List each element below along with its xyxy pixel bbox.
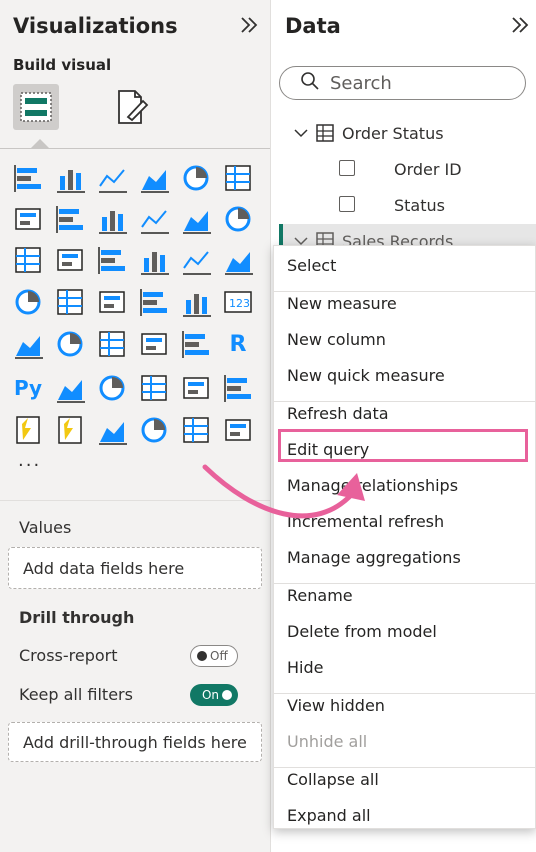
menu-item-delete-from-model[interactable]: Delete from model (287, 622, 437, 641)
table-row-sales-records[interactable]: Sales Records (279, 224, 536, 246)
keep-all-filters-label: Keep all filters (19, 685, 133, 704)
toggle-state: Off (210, 649, 228, 663)
menu-item-expand-all[interactable]: Expand all (287, 806, 371, 825)
map-icon[interactable] (52, 284, 88, 320)
100-stacked-bar-chart-icon[interactable] (178, 160, 214, 196)
funnel-icon[interactable] (94, 242, 130, 278)
field-checkbox[interactable] (339, 160, 355, 176)
clustered-column-chart-icon[interactable] (136, 160, 172, 196)
menu-separator (274, 401, 536, 402)
stacked-area-chart-icon[interactable] (94, 201, 130, 237)
kpi-icon[interactable] (52, 326, 88, 362)
menu-item-new-measure[interactable]: New measure (287, 294, 397, 313)
donut-chart-icon[interactable] (220, 242, 256, 278)
menu-separator (274, 693, 536, 694)
matrix-icon[interactable] (178, 326, 214, 362)
chevron-down-icon[interactable] (292, 124, 310, 146)
selection-indicator (279, 224, 283, 246)
menu-item-new-quick-measure[interactable]: New quick measure (287, 366, 445, 385)
menu-item-refresh-data[interactable]: Refresh data (287, 404, 389, 423)
chevron-down-icon (292, 232, 310, 246)
table-icon (315, 231, 335, 246)
search-input[interactable]: Search (279, 66, 526, 100)
menu-item-rename[interactable]: Rename (287, 586, 353, 605)
toggle-knob (197, 651, 207, 661)
100-stacked-column-chart-icon[interactable] (220, 160, 256, 196)
cross-report-toggle[interactable]: Off (190, 645, 238, 667)
line-chart-icon[interactable] (10, 201, 46, 237)
cross-report-label: Cross-report (19, 646, 118, 665)
table-name-sales-records: Sales Records (342, 232, 454, 246)
table-icon (315, 123, 335, 147)
power-automate-icon[interactable] (52, 412, 88, 448)
menu-item-view-hidden[interactable]: View hidden (287, 696, 385, 715)
menu-item-collapse-all[interactable]: Collapse all (287, 770, 379, 789)
double-chevron-right-icon[interactable] (509, 14, 531, 40)
100-stacked-area-chart-icon[interactable] (136, 201, 172, 237)
waterfall-chart-icon[interactable] (52, 242, 88, 278)
power-apps-diamond-icon[interactable] (178, 412, 214, 448)
python-visual-icon[interactable]: Py (10, 370, 46, 406)
menu-item-select[interactable]: Select (287, 256, 336, 275)
table-icon[interactable] (136, 326, 172, 362)
data-title: Data (285, 14, 341, 38)
scatter-chart-icon[interactable] (136, 242, 172, 278)
search-icon (300, 71, 320, 95)
gauge-icon[interactable] (178, 284, 214, 320)
line-and-clustered-column-icon[interactable] (220, 201, 256, 237)
field-order-id[interactable]: Order ID (394, 160, 462, 179)
power-apps-icon[interactable] (94, 412, 130, 448)
key-influencers-icon[interactable] (52, 370, 88, 406)
toggle-knob (222, 690, 232, 700)
double-chevron-right-icon[interactable] (238, 14, 260, 42)
menu-separator (274, 583, 536, 584)
stacked-bar-chart-icon[interactable] (10, 160, 46, 196)
slicer-icon[interactable] (94, 326, 130, 362)
area-chart-icon[interactable] (52, 201, 88, 237)
ribbon-chart-icon[interactable] (10, 242, 46, 278)
decomposition-tree-icon[interactable] (94, 370, 130, 406)
visualizations-title: Visualizations (13, 14, 178, 38)
table-name-order-status[interactable]: Order Status (342, 124, 444, 143)
search-placeholder: Search (330, 72, 392, 94)
menu-separator (274, 767, 536, 768)
tab-indicator (31, 139, 49, 148)
visualizations-pane: Visualizations Build visual 123 R Py ··· V… (0, 0, 271, 852)
filled-map-icon[interactable] (94, 284, 130, 320)
drill-through-label: Drill through (19, 608, 135, 627)
smart-narrative-icon[interactable] (178, 370, 214, 406)
paginated-report-icon[interactable] (10, 412, 46, 448)
format-visual-icon[interactable] (108, 84, 154, 130)
build-visual-icon[interactable] (13, 84, 59, 130)
svg-text:123: 123 (229, 297, 250, 310)
keep-all-filters-toggle[interactable]: On (190, 684, 238, 706)
pie-chart-icon[interactable] (178, 242, 214, 278)
r-visual-icon[interactable]: R (220, 326, 256, 362)
toggle-state: On (201, 688, 219, 702)
stacked-column-chart-icon[interactable] (52, 160, 88, 196)
tab-divider (0, 148, 270, 149)
field-checkbox[interactable] (339, 196, 355, 212)
menu-item-hide[interactable]: Hide (287, 658, 323, 677)
treemap-icon[interactable] (10, 284, 46, 320)
card-icon[interactable]: 123 (220, 284, 256, 320)
build-visual-label: Build visual (13, 56, 112, 74)
menu-separator (274, 291, 536, 292)
values-label: Values (19, 518, 72, 537)
azure-map-icon[interactable] (136, 284, 172, 320)
field-status[interactable]: Status (394, 196, 445, 215)
more-visuals-button[interactable]: ··· (18, 455, 41, 476)
line-and-stacked-column-icon[interactable] (178, 201, 214, 237)
menu-item-new-column[interactable]: New column (287, 330, 386, 349)
drill-through-dropzone[interactable]: Add drill-through fields here (8, 722, 262, 762)
arcgis-icon[interactable] (136, 412, 172, 448)
annotation-arrow-icon (202, 464, 365, 519)
power-automate-arrow-icon[interactable] (220, 412, 256, 448)
menu-item-unhide-all: Unhide all (287, 732, 368, 751)
clustered-bar-chart-icon[interactable] (94, 160, 130, 196)
multi-row-card-icon[interactable] (10, 326, 46, 362)
qna-icon[interactable] (136, 370, 172, 406)
metrics-icon[interactable] (220, 370, 256, 406)
